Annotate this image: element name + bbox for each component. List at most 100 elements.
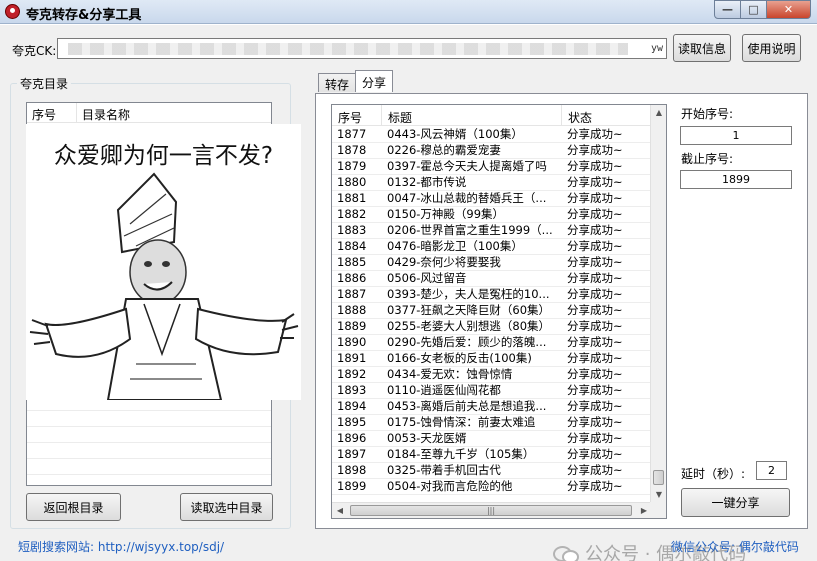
vertical-scrollbar[interactable]: ▲ ▼ (650, 105, 666, 503)
table-row[interactable]: 1885 0429-奈何少将要娶我 分享成功~ (332, 255, 652, 271)
row-status: 分享成功~ (567, 159, 623, 173)
column-header-status[interactable]: 状态 (562, 105, 652, 125)
row-status: 分享成功~ (567, 303, 623, 317)
row-title: 0434-爱无欢：蚀骨惊情 (387, 367, 513, 381)
row-title: 0393-楚少，夫人是冤枉的10... (387, 287, 550, 301)
row-status: 分享成功~ (567, 223, 623, 237)
row-status: 分享成功~ (567, 207, 623, 221)
table-row[interactable]: 1896 0053-天龙医婿 分享成功~ (332, 431, 652, 447)
directory-group-title: 夸克目录 (17, 75, 72, 92)
delay-label: 延时（秒）: (681, 467, 746, 481)
tab-transfer[interactable]: 转存 (318, 73, 357, 92)
table-row[interactable]: 1880 0132-都市传说 分享成功~ (332, 175, 652, 191)
table-row[interactable]: 1890 0290-先婚后爱：顾少的落魄... 分享成功~ (332, 335, 652, 351)
read-info-button[interactable]: 读取信息 (673, 34, 731, 62)
row-index: 1880 (337, 175, 367, 189)
table-row[interactable]: 1897 0184-至尊九千岁（105集） 分享成功~ (332, 447, 652, 463)
ck-input[interactable]: yw (57, 38, 667, 59)
row-index: 1885 (337, 255, 367, 269)
table-row[interactable]: 1884 0476-暗影龙卫（100集） 分享成功~ (332, 239, 652, 255)
row-index: 1893 (337, 383, 367, 397)
scroll-left-arrow-icon[interactable]: ◀ (332, 503, 348, 518)
row-index: 1887 (337, 287, 367, 301)
ck-redacted-value (68, 43, 628, 55)
column-header-title[interactable]: 标题 (382, 105, 562, 125)
search-site-link[interactable]: 短剧搜索网站: http://wjsyyx.top/sdj/ (18, 538, 224, 555)
row-title: 0150-万神殿（99集） (387, 207, 505, 221)
share-list-header: 序号 标题 状态 (332, 105, 652, 126)
row-index: 1886 (337, 271, 367, 285)
help-button[interactable]: 使用说明 (742, 34, 801, 62)
delay-input[interactable]: 2 (756, 461, 787, 480)
row-status: 分享成功~ (567, 271, 623, 285)
end-index-label: 截止序号: (681, 152, 734, 166)
row-title: 0377-狂飙之天降巨财（60集） (387, 303, 551, 317)
scroll-up-arrow-icon[interactable]: ▲ (651, 105, 666, 121)
table-row[interactable]: 1883 0206-世界首富之重生1999（... 分享成功~ (332, 223, 652, 239)
row-title: 0325-带着手机回古代 (387, 463, 501, 477)
row-status: 分享成功~ (567, 463, 623, 477)
table-row[interactable]: 1877 0443-风云神婿（100集） 分享成功~ (332, 127, 652, 143)
table-row[interactable]: 1892 0434-爱无欢：蚀骨惊情 分享成功~ (332, 367, 652, 383)
ck-label: 夸克CK: (12, 44, 57, 58)
minimize-button[interactable]: — (714, 0, 741, 19)
row-status: 分享成功~ (567, 143, 623, 157)
row-title: 0132-都市传说 (387, 175, 467, 189)
table-row[interactable]: 1878 0226-穆总的霸爱宠妻 分享成功~ (332, 143, 652, 159)
table-row[interactable]: 1894 0453-离婚后前夫总是想追我... 分享成功~ (332, 399, 652, 415)
row-index: 1895 (337, 415, 367, 429)
row-index: 1897 (337, 447, 367, 461)
row-status: 分享成功~ (567, 191, 623, 205)
row-index: 1898 (337, 463, 367, 477)
close-button[interactable]: ✕ (767, 0, 811, 19)
row-title: 0290-先婚后爱：顾少的落魄... (387, 335, 547, 349)
row-index: 1896 (337, 431, 367, 445)
row-index: 1891 (337, 351, 367, 365)
table-row[interactable]: 1899 0504-对我而言危险的他 分享成功~ (332, 479, 652, 495)
row-status: 分享成功~ (567, 367, 623, 381)
row-index: 1881 (337, 191, 367, 205)
table-row[interactable]: 1886 0506-风过留音 分享成功~ (332, 271, 652, 287)
back-root-button[interactable]: 返回根目录 (26, 493, 121, 521)
horizontal-scroll-thumb[interactable]: ||| (350, 505, 632, 516)
row-status: 分享成功~ (567, 287, 623, 301)
tab-share[interactable]: 分享 (355, 70, 394, 92)
column-header-dir-name[interactable]: 目录名称 (77, 103, 257, 122)
row-index: 1879 (337, 159, 367, 173)
main-window: 夸克CK: yw 读取信息 使用说明 夸克目录 序号 目录名称 众爱卿为何一言不… (0, 25, 817, 561)
column-header-index[interactable]: 序号 (27, 103, 77, 122)
table-row[interactable]: 1889 0255-老婆大人别想逃（80集） 分享成功~ (332, 319, 652, 335)
end-index-input[interactable]: 1899 (680, 170, 792, 189)
read-selected-dir-button[interactable]: 读取选中目录 (180, 493, 273, 521)
table-row[interactable]: 1879 0397-霍总今天夫人提离婚了吗 分享成功~ (332, 159, 652, 175)
table-row[interactable]: 1893 0110-逍遥医仙闯花都 分享成功~ (332, 383, 652, 399)
row-status: 分享成功~ (567, 383, 623, 397)
scrollbar-corner (650, 502, 666, 518)
table-row[interactable]: 1888 0377-狂飙之天降巨财（60集） 分享成功~ (332, 303, 652, 319)
column-header-index[interactable]: 序号 (332, 105, 382, 125)
start-index-input[interactable]: 1 (680, 126, 792, 145)
title-bar[interactable]: 夸克转存&分享工具 — □ ✕ (0, 0, 817, 24)
wechat-account-text: 微信公众号: 偶尔敲代码 (671, 540, 799, 554)
share-list[interactable]: 序号 标题 状态 1877 0443-风云神婿（100集） 分享成功~ 1878 022… (331, 104, 667, 519)
vertical-scroll-thumb[interactable] (653, 470, 664, 485)
row-title: 0255-老婆大人别想逃（80集） (387, 319, 551, 333)
row-index: 1883 (337, 223, 367, 237)
directory-list-header: 序号 目录名称 (27, 103, 271, 123)
ck-value-tail: yw (650, 43, 663, 54)
table-row[interactable]: 1898 0325-带着手机回古代 分享成功~ (332, 463, 652, 479)
table-row[interactable]: 1895 0175-蚀骨情深：前妻太难追 分享成功~ (332, 415, 652, 431)
share-all-button[interactable]: 一键分享 (681, 488, 790, 517)
row-status: 分享成功~ (567, 479, 623, 493)
scroll-down-arrow-icon[interactable]: ▼ (651, 487, 666, 503)
table-row[interactable]: 1882 0150-万神殿（99集） 分享成功~ (332, 207, 652, 223)
table-row[interactable]: 1891 0166-女老板的反击(100集) 分享成功~ (332, 351, 652, 367)
maximize-button[interactable]: □ (741, 0, 767, 19)
table-row[interactable]: 1881 0047-冰山总裁的替婚兵王（... 分享成功~ (332, 191, 652, 207)
table-row[interactable]: 1887 0393-楚少，夫人是冤枉的10... 分享成功~ (332, 287, 652, 303)
row-status: 分享成功~ (567, 431, 623, 445)
row-title: 0110-逍遥医仙闯花都 (387, 383, 501, 397)
row-index: 1877 (337, 127, 367, 141)
app-icon (5, 4, 20, 19)
horizontal-scrollbar[interactable]: ◀ ||| ▶ (332, 502, 652, 518)
